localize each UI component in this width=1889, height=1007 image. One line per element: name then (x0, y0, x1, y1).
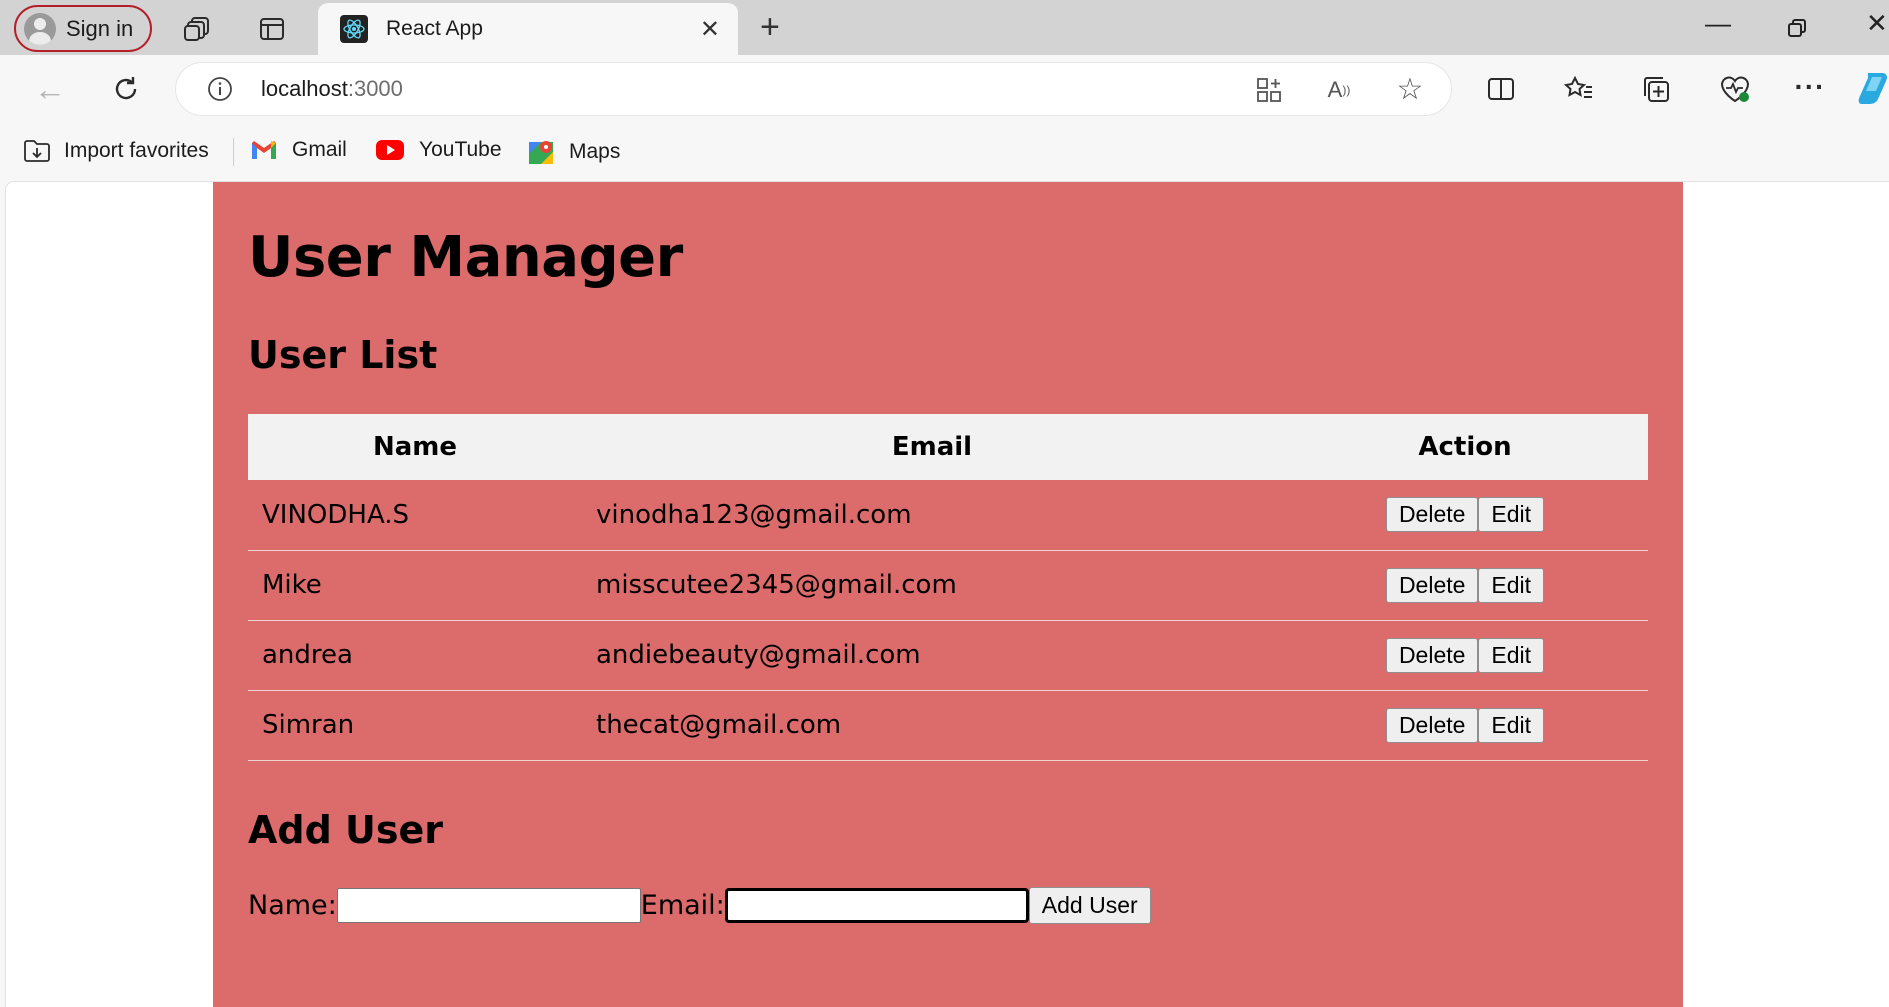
restore-icon[interactable] (1785, 16, 1809, 40)
new-tab-icon[interactable]: + (760, 8, 780, 47)
profile-avatar-icon (24, 12, 56, 45)
email-label: Email: (640, 889, 725, 921)
react-logo-icon (340, 15, 368, 43)
user-table: Name Email Action VINODHA.S vinodha123@g… (248, 414, 1648, 761)
url-host: localhost (261, 76, 348, 101)
url-port: :3000 (347, 76, 403, 101)
tab-close-icon[interactable]: ✕ (700, 15, 720, 44)
copilot-icon[interactable] (1858, 69, 1889, 105)
add-user-heading: Add User (248, 807, 444, 852)
user-actions-cell: Delete Edit (1282, 550, 1648, 621)
gmail-label: Gmail (292, 138, 347, 161)
user-actions-cell: Delete Edit (1282, 480, 1648, 551)
table-row: VINODHA.S vinodha123@gmail.com Delete Edi… (248, 480, 1648, 551)
user-email-cell: andiebeauty@gmail.com (582, 620, 1282, 691)
user-name-cell: Mike (248, 550, 582, 621)
delete-button[interactable]: Delete (1385, 567, 1479, 603)
youtube-icon (376, 140, 404, 160)
tab-actions-icon[interactable] (257, 14, 287, 44)
collections-icon[interactable] (1640, 73, 1672, 105)
page-title: User Manager (248, 225, 683, 290)
delete-button[interactable]: Delete (1385, 637, 1479, 673)
url-text: localhost:3000 (261, 76, 403, 102)
site-info-icon[interactable] (206, 75, 234, 103)
page-viewport: User Manager User List Name Email Action… (6, 182, 1889, 1007)
import-favorites-link[interactable]: Import favorites (22, 138, 209, 164)
user-actions-cell: Delete Edit (1282, 620, 1648, 691)
edit-button[interactable]: Edit (1478, 567, 1545, 603)
table-row: Mike misscutee2345@gmail.com Delete Edit (248, 550, 1648, 621)
sign-in-button[interactable]: Sign in (14, 5, 152, 52)
app-available-icon[interactable] (1254, 75, 1284, 105)
user-name-cell: Simran (248, 690, 582, 761)
youtube-link[interactable]: YouTube (375, 138, 502, 162)
user-email-cell: misscutee2345@gmail.com (582, 550, 1282, 621)
user-email-cell: vinodha123@gmail.com (582, 480, 1282, 551)
edit-button[interactable]: Edit (1478, 637, 1545, 673)
user-email-cell: thecat@gmail.com (582, 690, 1282, 761)
refresh-icon[interactable] (108, 71, 144, 107)
edit-button[interactable]: Edit (1478, 707, 1545, 743)
user-name-cell: andrea (248, 620, 582, 691)
browser-essentials-icon[interactable] (1718, 73, 1752, 105)
browser-titlebar: Sign in React App ✕ + — ✕ (0, 0, 1889, 55)
table-row: Simran thecat@gmail.com Delete Edit (248, 690, 1648, 761)
window-close-icon[interactable]: ✕ (1866, 8, 1888, 39)
more-options-icon[interactable]: ··· (1793, 71, 1827, 103)
column-header-name: Name (372, 432, 458, 462)
favorites-list-icon[interactable] (1563, 73, 1595, 105)
table-row: andrea andiebeauty@gmail.com Delete Edit (248, 620, 1648, 691)
favorite-star-icon[interactable]: ☆ (1394, 73, 1426, 106)
split-screen-icon[interactable] (1485, 73, 1517, 105)
gmail-link[interactable]: Gmail (250, 138, 347, 162)
table-header-row: Name Email Action (248, 414, 1648, 480)
maps-icon (529, 141, 553, 164)
minimize-icon[interactable]: — (1705, 8, 1731, 39)
add-user-button[interactable]: Add User (1028, 886, 1151, 924)
name-field[interactable] (336, 887, 641, 923)
gmail-icon (252, 141, 276, 159)
edit-button[interactable]: Edit (1478, 497, 1545, 533)
user-list-heading: User List (248, 333, 438, 377)
favorites-divider (233, 138, 234, 166)
user-actions-cell: Delete Edit (1282, 690, 1648, 761)
back-icon[interactable]: ← (32, 71, 68, 107)
user-manager-app: User Manager User List Name Email Action… (213, 182, 1683, 1007)
address-bar[interactable]: localhost:3000 A)) ☆ (176, 63, 1451, 115)
browser-toolbar: ← localhost:3000 A)) ☆ ··· Import favori… (0, 55, 1889, 177)
maps-label: Maps (569, 140, 621, 163)
sign-in-label: Sign in (66, 15, 134, 41)
tab-title: React App (386, 17, 483, 40)
read-aloud-icon[interactable]: A)) (1324, 75, 1354, 105)
delete-button[interactable]: Delete (1385, 497, 1479, 533)
maps-link[interactable]: Maps (527, 138, 620, 166)
email-field[interactable] (724, 887, 1029, 923)
column-header-action: Action (1418, 432, 1512, 462)
import-favorites-label: Import favorites (64, 139, 209, 162)
add-user-form: Name: Email: Add User (248, 886, 1648, 924)
workspaces-icon[interactable] (183, 14, 213, 44)
youtube-label: YouTube (419, 138, 502, 161)
tab-react-app[interactable]: React App ✕ (318, 3, 738, 55)
delete-button[interactable]: Delete (1385, 707, 1479, 743)
name-label: Name: (248, 889, 337, 921)
column-header-email: Email (891, 432, 973, 462)
user-name-cell: VINODHA.S (248, 480, 582, 551)
